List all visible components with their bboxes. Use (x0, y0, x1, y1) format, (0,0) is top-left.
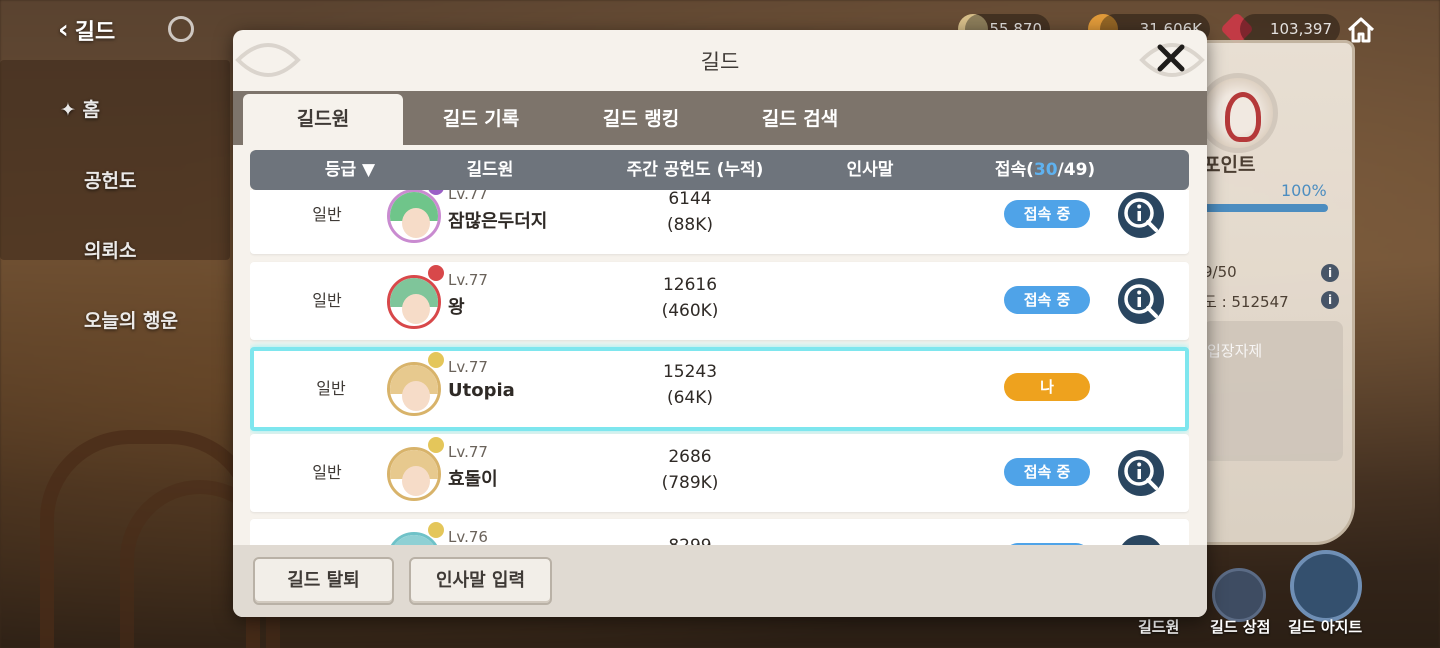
nav-item-contribution[interactable]: 공헌도 (84, 166, 136, 193)
leave-guild-button[interactable]: 길드 탈퇴 (253, 557, 394, 605)
guild-shop-button[interactable]: 길드 상점 (1210, 616, 1270, 637)
chevron-left-icon: ‹ (58, 15, 69, 45)
status-badge: 접속 중 (1004, 200, 1090, 228)
member-level: Lv.76 (448, 528, 488, 545)
tab-records[interactable]: 길드 기록 (401, 94, 561, 145)
header-member: 길드원 (466, 160, 514, 180)
member-name: 잠많은두더지 (448, 211, 548, 232)
status-badge: 접속 중 (1004, 458, 1090, 486)
panel-percent: 100% (1281, 181, 1327, 200)
avatar-face (402, 381, 430, 411)
nav-item-label: 홈 (82, 99, 101, 121)
header-online: 접속(30/49) (980, 150, 1110, 190)
header-greeting: 인사말 (846, 160, 894, 180)
info-icon[interactable]: i (1321, 264, 1339, 282)
table-row[interactable]: 일반 Lv.77 왕 12616 (460K) 접속 중 (250, 262, 1189, 340)
status-badge: 접속 중 (1004, 286, 1090, 314)
tab-members[interactable]: 길드원 (243, 94, 403, 145)
element-badge-icon (428, 437, 444, 453)
member-info-icon[interactable] (1118, 450, 1164, 496)
table-header: 등급 ▼ 길드원 주간 공헌도 (누적) 인사말 접속(30/49) (250, 150, 1189, 190)
member-grade: 일반 (312, 463, 342, 482)
total-contribution: (460K) (661, 301, 719, 321)
nav-item-luck[interactable]: 오늘의 행운 (84, 306, 178, 333)
member-level: Lv.77 (448, 271, 488, 289)
avatar-face (402, 208, 430, 238)
member-info-icon[interactable] (1118, 192, 1164, 238)
member-grade: 일반 (312, 205, 342, 224)
member-name: 효돌이 (448, 469, 498, 490)
guild-settings-icon[interactable] (168, 16, 194, 42)
element-badge-icon (428, 522, 444, 538)
table-row[interactable]: 일반 Lv.77 효돌이 2686 (789K) 접속 중 (250, 434, 1189, 512)
header-contribution: 주간 공헌도 (누적) (626, 160, 764, 180)
table-row[interactable]: 일반 Lv.77 잠많은두더지 6144 (88K) 접속 중 (250, 190, 1189, 254)
total-contribution: (88K) (666, 215, 714, 235)
member-contribution: 6144 (88K) (620, 190, 760, 238)
member-name: Utopia (448, 380, 515, 401)
weekly-contribution: 6144 (668, 190, 712, 209)
member-info-icon[interactable] (1118, 535, 1164, 545)
table-row[interactable]: Lv.76 8299 (250, 519, 1189, 545)
panel-members-count: 9/50 (1203, 263, 1237, 281)
left-nav: ‹ 길드 (58, 14, 228, 46)
member-avatar[interactable] (387, 275, 441, 329)
background-shelf (0, 60, 230, 260)
panel-title: 포인트 (1203, 154, 1256, 176)
close-icon[interactable] (1153, 40, 1189, 76)
member-contribution: 8299 (620, 533, 760, 545)
element-badge-icon (428, 352, 444, 368)
weekly-contribution: 2686 (668, 447, 712, 467)
guild-hideout-icon[interactable] (1290, 550, 1362, 622)
guild-hideout-button[interactable]: 길드 아지트 (1288, 616, 1362, 637)
header-online-suffix: /49) (1057, 160, 1096, 180)
guild-modal: 길드 길드원 길드 기록 길드 랭킹 길드 검색 등급 ▼ 길드원 주간 공헌도… (233, 30, 1207, 617)
member-level: Lv.77 (448, 443, 488, 461)
weekly-contribution: 12616 (662, 275, 718, 295)
avatar-face (402, 294, 430, 324)
member-name: 왕 (448, 297, 465, 318)
element-badge-icon (428, 265, 444, 281)
total-contribution: (789K) (661, 473, 719, 493)
member-level: Lv.77 (448, 190, 488, 203)
total-contribution: (64K) (666, 388, 714, 408)
back-label: 길드 (74, 20, 116, 45)
guild-members-button[interactable]: 길드원 (1138, 616, 1179, 637)
nav-item-home[interactable]: ✦ 홈 (60, 95, 100, 122)
back-button[interactable]: ‹ 길드 (58, 14, 228, 46)
member-grade: 일반 (316, 379, 346, 398)
nav-item-requests[interactable]: 의뢰소 (84, 236, 136, 263)
info-icon[interactable]: i (1321, 291, 1339, 309)
guild-shop-icon[interactable] (1212, 568, 1266, 622)
tab-ranking[interactable]: 길드 랭킹 (561, 94, 721, 145)
enter-greeting-button[interactable]: 인사말 입력 (409, 557, 552, 605)
table-row-me[interactable]: 일반 Lv.77 Utopia 15243 (64K) 나 (250, 347, 1189, 431)
member-level: Lv.77 (448, 358, 488, 376)
header-online-prefix: 접속( (994, 160, 1034, 180)
member-contribution: 2686 (789K) (620, 444, 760, 496)
member-list[interactable]: 일반 Lv.77 잠많은두더지 6144 (88K) 접속 중 일반 Lv.77… (250, 190, 1189, 545)
panel-contribution: 도 : 512547 (1203, 293, 1289, 311)
panel-notice-text: 입장자제 (1207, 342, 1263, 360)
header-online-count: 30 (1033, 160, 1058, 180)
panel-progress-bar (1203, 204, 1328, 212)
modal-footer: 길드 탈퇴 인사말 입력 (233, 545, 1207, 617)
member-contribution: 15243 (64K) (620, 359, 760, 411)
member-avatar[interactable] (387, 362, 441, 416)
tab-search[interactable]: 길드 검색 (720, 94, 880, 145)
guild-emblem-icon (1198, 73, 1278, 153)
weekly-contribution: 15243 (662, 362, 718, 382)
member-avatar[interactable] (387, 447, 441, 501)
weekly-contribution: 8299 (620, 533, 760, 545)
member-avatar[interactable] (387, 190, 441, 243)
member-info-icon[interactable] (1118, 278, 1164, 324)
header-grade[interactable]: 등급 ▼ (290, 150, 410, 190)
member-contribution: 12616 (460K) (620, 272, 760, 324)
me-badge: 나 (1004, 373, 1090, 401)
avatar-face (402, 466, 430, 496)
member-grade: 일반 (312, 291, 342, 310)
modal-title: 길드 (700, 50, 740, 74)
